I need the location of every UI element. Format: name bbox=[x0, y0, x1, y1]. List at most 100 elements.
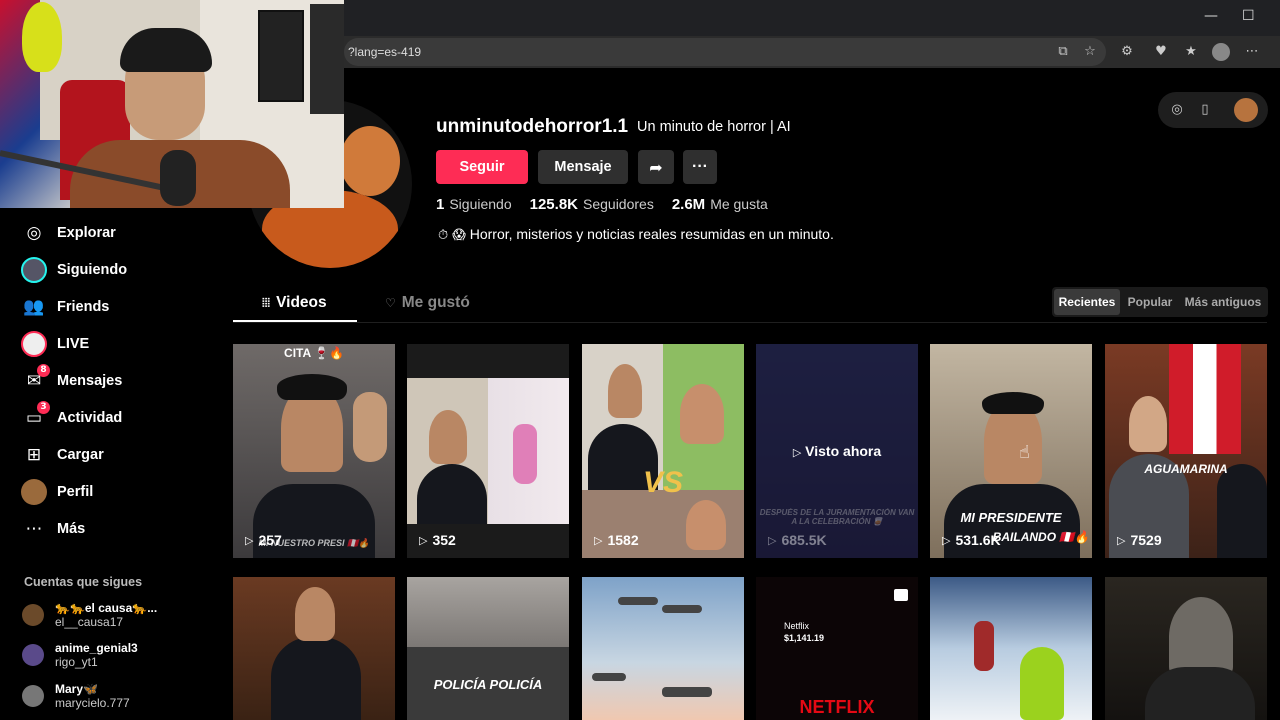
share-button[interactable]: ➦ bbox=[638, 150, 674, 184]
top-right-actions: ◎ ▯ bbox=[1158, 92, 1268, 128]
messages-badge: 8 bbox=[37, 364, 50, 377]
view-count: ▷ 531.6K bbox=[942, 532, 1001, 548]
video-card[interactable]: ▷ 352 bbox=[407, 344, 569, 558]
avatar bbox=[22, 604, 44, 626]
sidebar-item-actividad[interactable]: ▭ 3 Actividad bbox=[20, 401, 122, 432]
favorite-star-icon[interactable]: ☆ bbox=[1081, 43, 1099, 61]
follow-button[interactable]: Seguir bbox=[436, 150, 528, 184]
sidebar-item-friends[interactable]: 👥 Friends bbox=[20, 293, 109, 321]
view-count: ▷ 352 bbox=[419, 532, 456, 548]
video-card[interactable]: MI PRESIDENTE BAILANDO 🇵🇪🔥 ▷ 531.6K bbox=[930, 344, 1092, 558]
activity-icon: ▭ 3 bbox=[20, 401, 50, 432]
minimize-icon[interactable]: — bbox=[1204, 8, 1218, 24]
profile-bio: ⏱ 😱 Horror, misterios y noticias reales … bbox=[438, 226, 834, 243]
video-card[interactable] bbox=[233, 577, 395, 720]
open-external-icon[interactable]: ⧉ bbox=[1054, 43, 1072, 61]
following-avatar-icon bbox=[20, 256, 48, 284]
browser-titlebar: — ☐ bbox=[344, 0, 1280, 36]
user-avatar[interactable] bbox=[1234, 98, 1258, 122]
browser-essentials-icon[interactable]: ♥ bbox=[1152, 43, 1170, 61]
browser-menu-icon[interactable]: ⋯ bbox=[1243, 43, 1261, 61]
play-icon: ▷ bbox=[942, 533, 951, 547]
address-bar[interactable]: ?lang=es-419 ⧉ ☆ bbox=[344, 38, 1106, 66]
sidebar-item-perfil[interactable]: Perfil bbox=[20, 478, 93, 506]
view-count: ▷ 685.5K bbox=[768, 532, 827, 548]
profile-icon bbox=[20, 478, 48, 506]
likes-count: 2.6M bbox=[671, 196, 706, 213]
sidebar-item-mas[interactable]: ⋯ Más bbox=[20, 515, 86, 543]
upload-icon: ⊞ bbox=[26, 445, 42, 465]
video-card[interactable]: VS ▷ 1582 bbox=[582, 344, 744, 558]
share-icon: ➦ bbox=[649, 157, 663, 177]
play-icon: ▷ bbox=[792, 446, 802, 459]
play-icon: ▷ bbox=[419, 533, 428, 547]
heart-lock-icon: ♡ bbox=[385, 296, 396, 310]
friends-icon: 👥 bbox=[23, 297, 45, 317]
sort-toggle: Recientes Popular Más antiguos bbox=[1052, 287, 1268, 317]
following-account[interactable]: 🐆🐆el causa🐆... el__causa17 bbox=[22, 601, 157, 629]
sort-recientes[interactable]: Recientes bbox=[1054, 289, 1120, 315]
followers-count: 125.8K bbox=[529, 196, 578, 213]
following-account[interactable]: anime_genial3 rigo_yt1 bbox=[22, 641, 138, 669]
browser-toolbar: ?lang=es-419 ⧉ ☆ ⚙ ♥ ★ ⋯ bbox=[344, 36, 1280, 68]
url-text: ?lang=es-419 bbox=[348, 45, 422, 59]
more-icon: ··· bbox=[692, 158, 708, 175]
extensions-icon[interactable]: ⚙ bbox=[1118, 43, 1136, 61]
video-card[interactable]: AGUAMARINA ▷ 7529 bbox=[1105, 344, 1267, 558]
coin-icon[interactable]: ◎ bbox=[1168, 101, 1186, 119]
activity-badge: 3 bbox=[37, 401, 50, 414]
profile-stats: 1 Siguiendo 125.8K Seguidores 2.6M Me gu… bbox=[436, 196, 786, 213]
play-icon: ▷ bbox=[594, 533, 603, 547]
video-card[interactable]: CITA 🍷🔥 MI NUESTRO PRESI 🇵🇪🔥 ▷ 257 bbox=[233, 344, 395, 558]
following-label[interactable]: Siguiendo bbox=[449, 196, 511, 212]
more-options-button[interactable]: ··· bbox=[683, 150, 717, 184]
video-card[interactable]: DESPUÉS DE LA JURAMENTACIÓN VAN A LA CEL… bbox=[756, 344, 918, 558]
gallery-icon bbox=[894, 589, 908, 601]
play-icon: ▷ bbox=[245, 533, 254, 547]
avatar bbox=[22, 644, 44, 666]
play-icon: ▷ bbox=[1117, 533, 1126, 547]
sidebar-item-mensajes[interactable]: ✉ 8 Mensajes bbox=[20, 364, 122, 395]
view-count: ▷ 1582 bbox=[594, 532, 639, 548]
sidebar-item-cargar[interactable]: ⊞ Cargar bbox=[20, 441, 104, 469]
message-button[interactable]: Mensaje bbox=[538, 150, 628, 184]
video-card[interactable]: Netflix $1,141.19 NETFLIX bbox=[756, 577, 918, 720]
view-count: ▷ 7529 bbox=[1117, 532, 1162, 548]
following-accounts-title: Cuentas que sigues bbox=[24, 575, 143, 589]
likes-label: Me gusta bbox=[710, 196, 768, 212]
video-card[interactable] bbox=[582, 577, 744, 720]
video-card[interactable] bbox=[1105, 577, 1267, 720]
following-account[interactable]: Mary🦋 marycielo.777 bbox=[22, 682, 130, 710]
sort-popular[interactable]: Popular bbox=[1124, 289, 1176, 315]
watched-now-label: ▷ Visto ahora bbox=[792, 443, 882, 459]
live-icon bbox=[20, 330, 48, 358]
following-count: 1 bbox=[436, 196, 445, 213]
sidebar-item-live[interactable]: LIVE bbox=[20, 330, 89, 358]
browser-profile-icon[interactable] bbox=[1212, 43, 1230, 61]
maximize-icon[interactable]: ☐ bbox=[1242, 8, 1255, 24]
favorites-icon[interactable]: ★ bbox=[1182, 43, 1200, 61]
sidebar-item-explorar[interactable]: ◎ Explorar bbox=[20, 219, 116, 247]
device-icon[interactable]: ▯ bbox=[1196, 101, 1214, 119]
profile-username: unminutodehorror1.1 bbox=[436, 116, 629, 137]
sort-mas-antiguos[interactable]: Más antiguos bbox=[1180, 289, 1266, 315]
play-icon: ▷ bbox=[768, 533, 777, 547]
followers-label[interactable]: Seguidores bbox=[583, 196, 654, 212]
video-card[interactable] bbox=[930, 577, 1092, 720]
more-icon: ⋯ bbox=[25, 519, 43, 539]
bio-text: Horror, misterios y noticias reales resu… bbox=[469, 226, 834, 242]
mouse-cursor: ☝ bbox=[1019, 442, 1030, 463]
messages-icon: ✉ 8 bbox=[20, 364, 50, 395]
grid-icon: ⦙⦙⦙ bbox=[262, 295, 271, 310]
tab-divider bbox=[233, 322, 1267, 323]
tab-liked[interactable]: ♡ Me gustó bbox=[385, 294, 470, 312]
sidebar-item-siguiendo[interactable]: Siguiendo bbox=[20, 256, 127, 284]
webcam-overlay bbox=[0, 0, 344, 208]
compass-icon: ◎ bbox=[26, 223, 42, 243]
view-count: ▷ 257 bbox=[245, 532, 282, 548]
video-card[interactable]: POLICÍA POLICÍA bbox=[407, 577, 569, 720]
tab-videos[interactable]: ⦙⦙⦙ Videos bbox=[262, 294, 327, 312]
sidebar: ◎ Explorar Siguiendo 👥 Friends LIVE ✉ 8 M… bbox=[0, 208, 220, 720]
active-tab-indicator bbox=[233, 320, 357, 322]
profile-nickname: Un minuto de horror | AI bbox=[637, 119, 791, 135]
